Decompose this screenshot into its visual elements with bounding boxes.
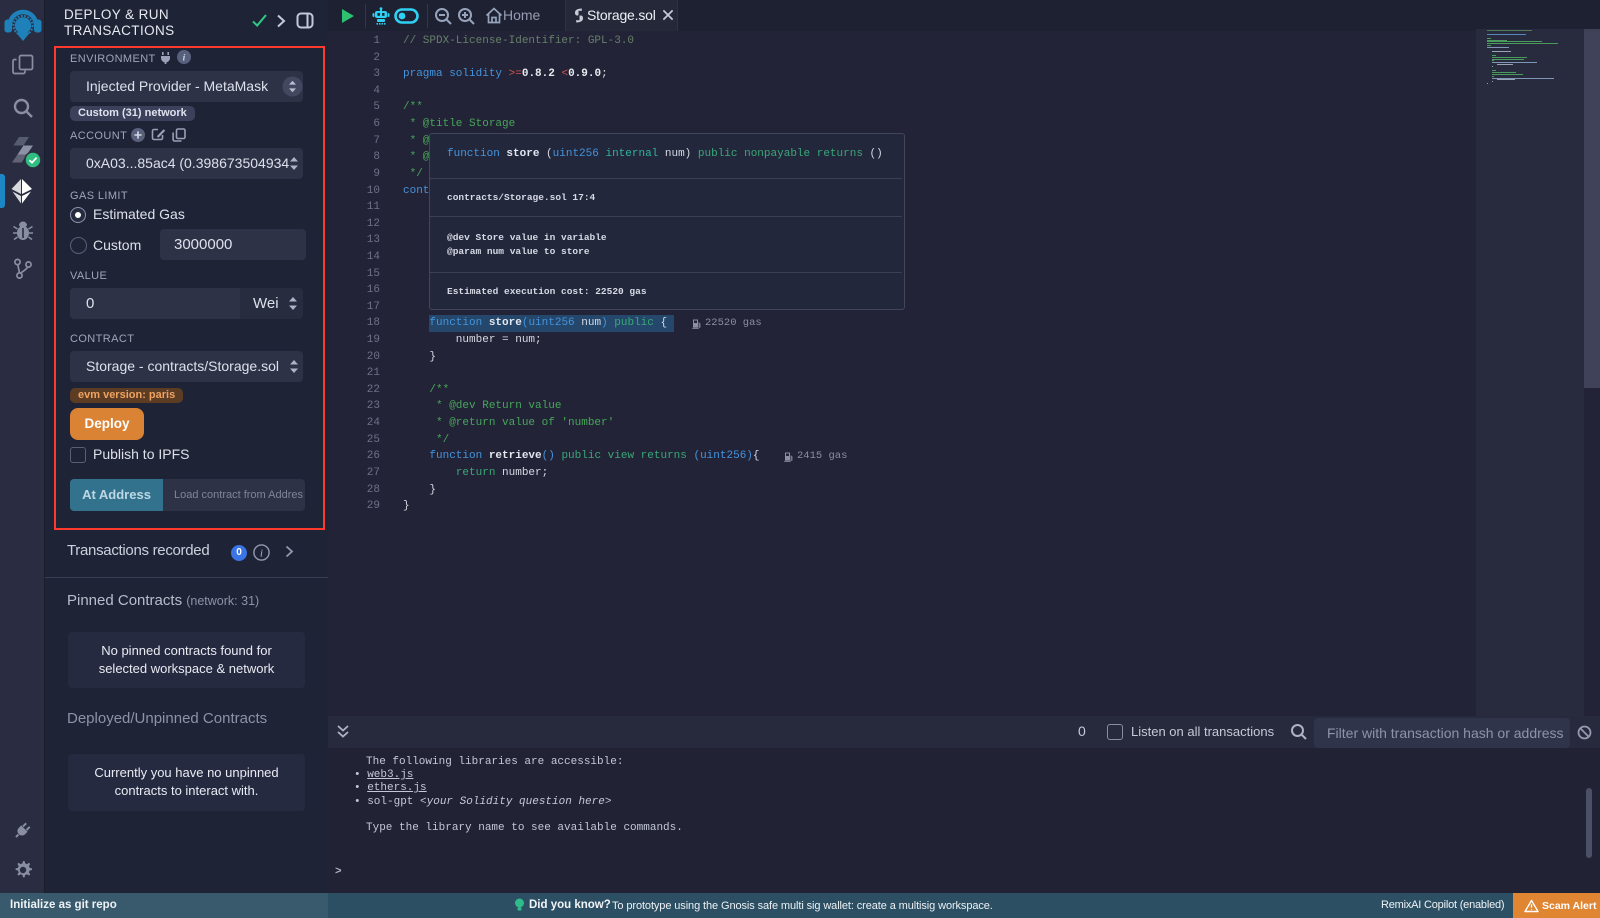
- svg-text:i: i: [260, 548, 263, 559]
